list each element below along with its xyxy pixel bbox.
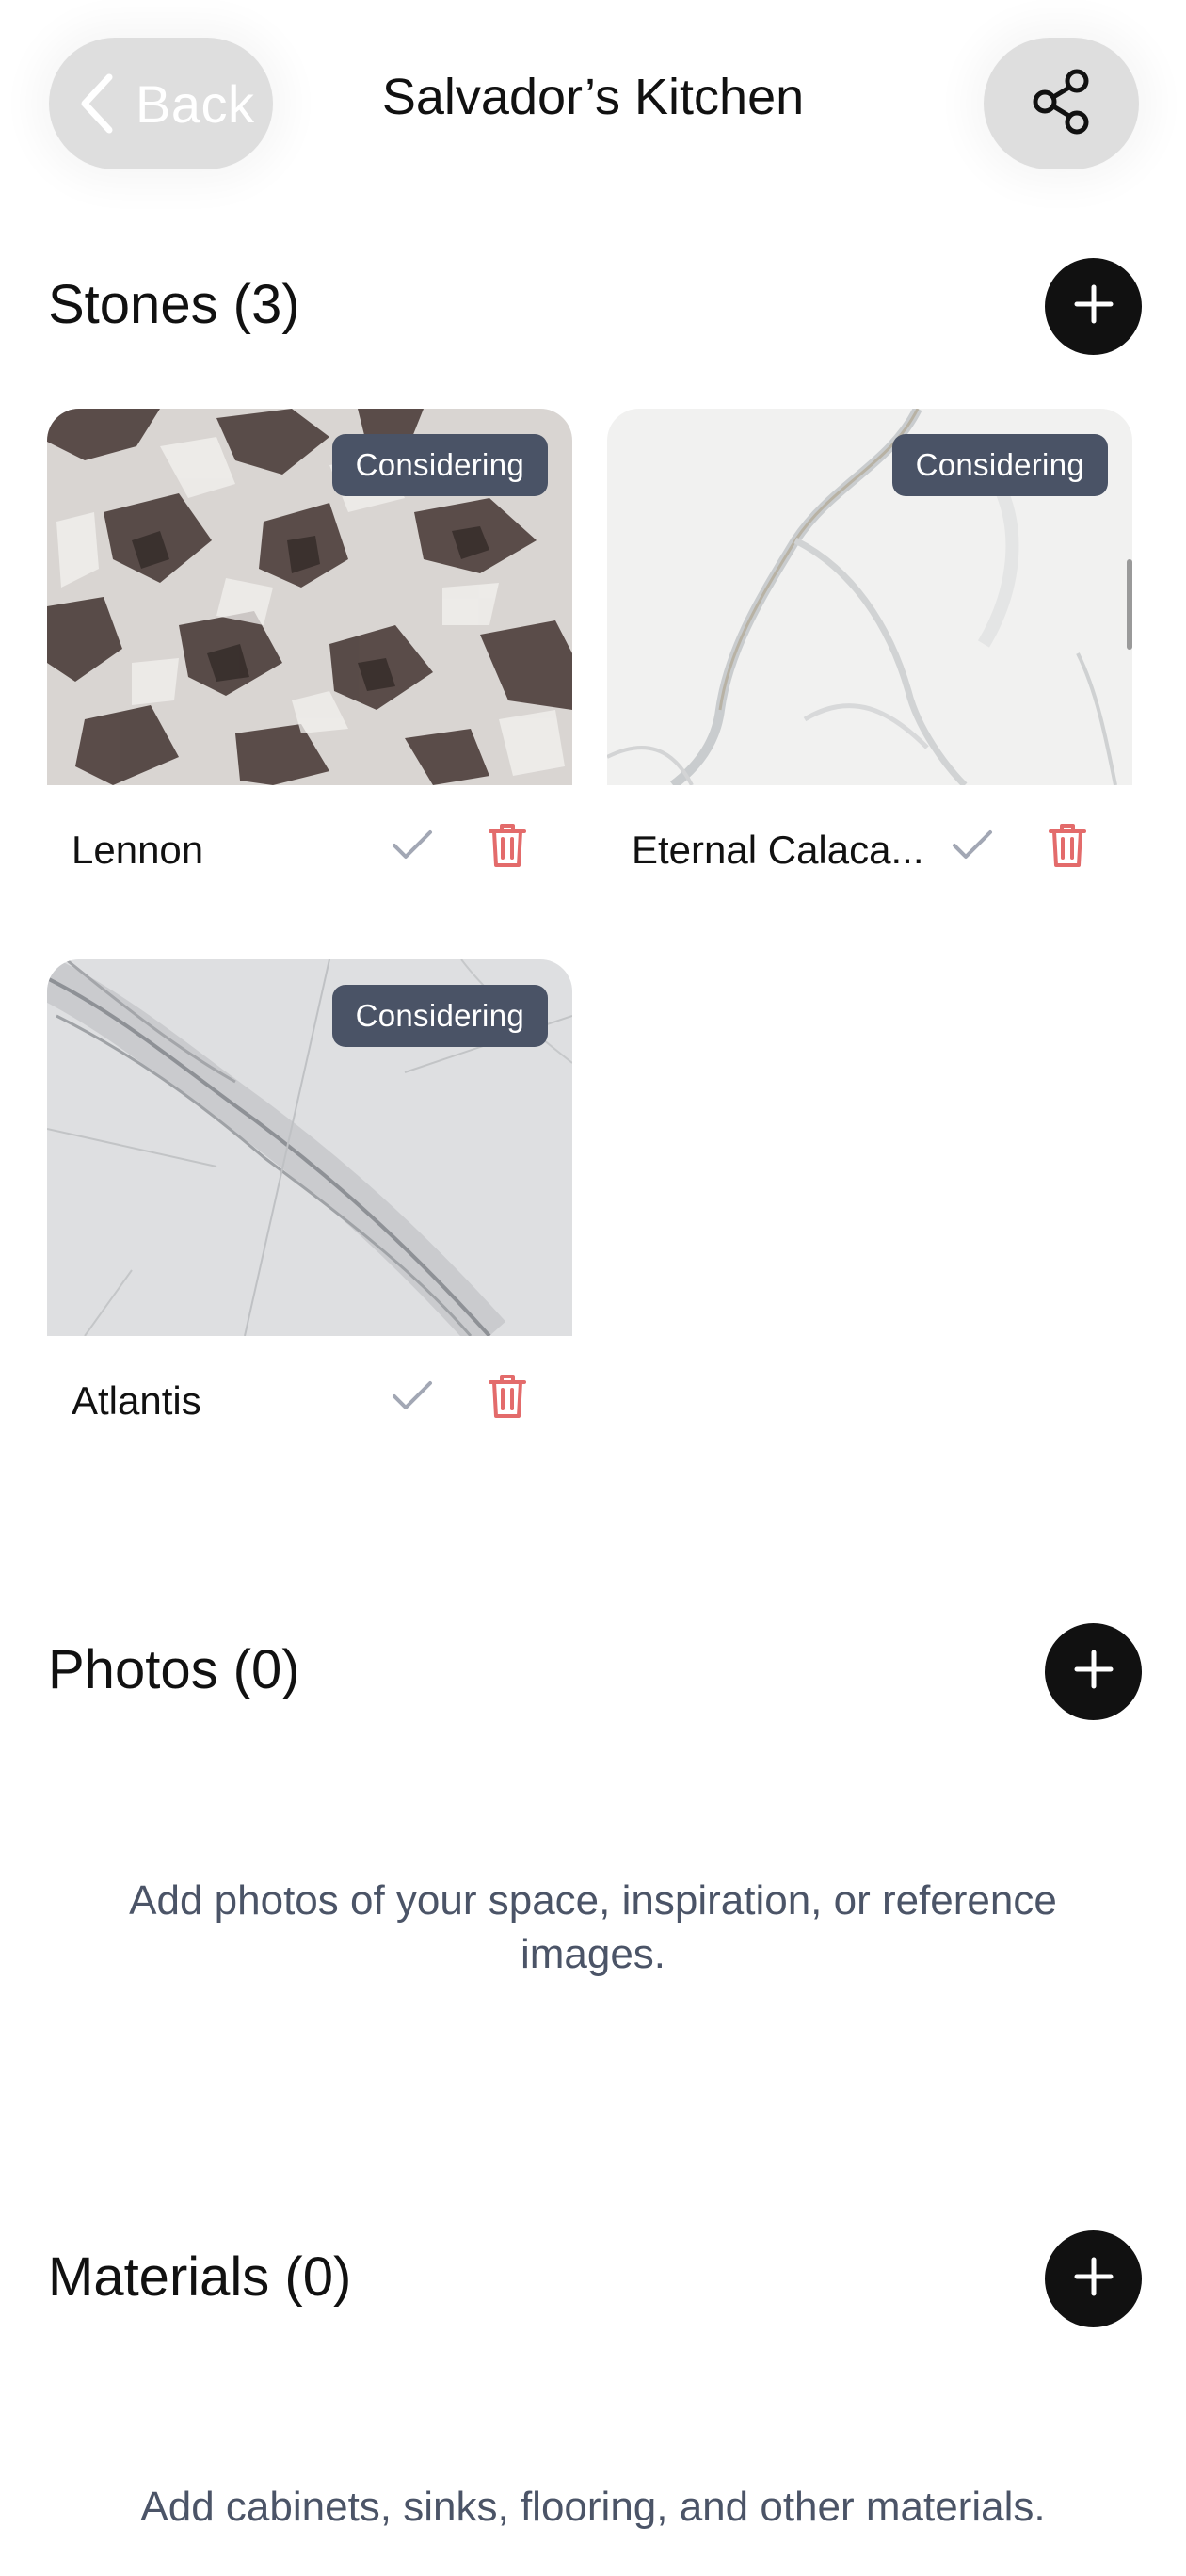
check-icon (392, 829, 433, 866)
select-stone-button[interactable] (384, 819, 441, 876)
stone-name: Atlantis (72, 1378, 201, 1423)
plus-icon (1073, 283, 1114, 330)
add-stone-button[interactable] (1045, 258, 1142, 355)
stone-image-marble[interactable]: Considering (607, 409, 1132, 785)
share-icon (1031, 68, 1093, 140)
share-button[interactable] (984, 38, 1139, 169)
check-icon (952, 829, 993, 866)
back-label: Back (136, 73, 255, 134)
plus-icon (1073, 2256, 1114, 2302)
check-icon (392, 1380, 433, 1417)
delete-stone-button[interactable] (478, 817, 537, 877)
trash-icon (489, 1373, 526, 1425)
photos-section-title: Photos (0) (48, 1639, 300, 1700)
delete-stone-button[interactable] (1038, 817, 1097, 877)
stone-card[interactable]: Considering Lennon (47, 409, 572, 898)
chevron-left-icon (70, 71, 122, 137)
status-badge: Considering (331, 434, 548, 496)
status-badge: Considering (331, 985, 548, 1047)
scroll-indicator[interactable] (1127, 559, 1132, 650)
back-button[interactable]: Back (49, 38, 273, 169)
delete-stone-button[interactable] (478, 1368, 537, 1428)
stone-name: Eternal Calaca... (632, 828, 924, 872)
top-bar: Back Salvador’s Kitchen (0, 0, 1186, 217)
materials-empty-text: Add cabinets, sinks, flooring, and other… (140, 2484, 1046, 2530)
select-stone-button[interactable] (944, 819, 1001, 876)
trash-icon (1049, 822, 1086, 874)
page-title: Salvador’s Kitchen (381, 69, 805, 125)
stone-image-quartz[interactable]: Considering (47, 959, 572, 1336)
add-photo-button[interactable] (1045, 1623, 1142, 1720)
stone-card[interactable]: Considering Atlantis (47, 959, 572, 1449)
photos-empty-text: Add photos of your space, inspiration, o… (129, 1877, 1057, 1977)
materials-section-title: Materials (0) (48, 2246, 352, 2308)
stone-image-granite[interactable]: Considering (47, 409, 572, 785)
stone-name: Lennon (72, 828, 204, 872)
stones-section-title: Stones (3) (48, 274, 300, 335)
select-stone-button[interactable] (384, 1370, 441, 1426)
status-badge: Considering (891, 434, 1108, 496)
plus-icon (1073, 1649, 1114, 1695)
add-material-button[interactable] (1045, 2230, 1142, 2327)
stone-card[interactable]: Considering Eternal Calaca... (607, 409, 1132, 898)
trash-icon (489, 822, 526, 874)
